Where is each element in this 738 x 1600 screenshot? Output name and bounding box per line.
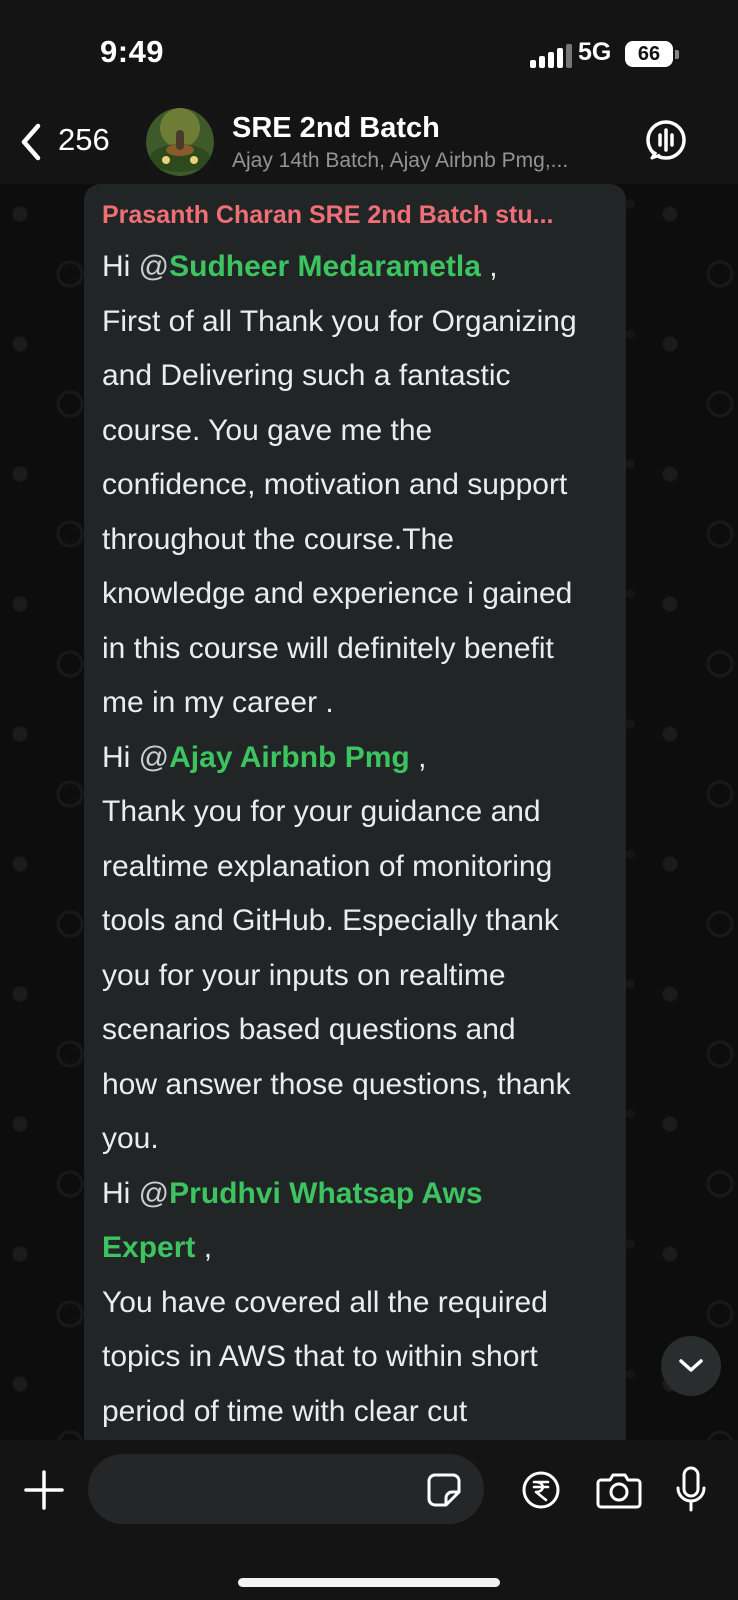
- camera-icon[interactable]: [596, 1470, 642, 1510]
- chevron-down-icon: [679, 1359, 703, 1372]
- message-text: ,: [195, 1231, 213, 1264]
- battery-tip: [675, 50, 679, 59]
- scroll-to-bottom-button[interactable]: [661, 1336, 721, 1396]
- message-text-line: realtime explanation of monitoring: [102, 849, 553, 883]
- user-mention[interactable]: Prudhvi Whatsap Aws: [169, 1177, 482, 1210]
- unread-count[interactable]: 256: [58, 122, 110, 158]
- message-text-line: how answer those questions, thank: [102, 1067, 571, 1101]
- mention-at-symbol: @: [138, 250, 170, 283]
- user-mention[interactable]: Sudheer Medarametla: [169, 250, 481, 283]
- message-text: ,: [409, 740, 427, 774]
- message-text-line: tools and GitHub. Especially thank: [102, 904, 559, 937]
- message-text-line: topics in AWS that to within short: [102, 1340, 538, 1373]
- message-text: ,: [480, 250, 498, 283]
- message-text: Hi: [102, 1176, 139, 1210]
- message-text-line: period of time with clear cut: [102, 1394, 468, 1428]
- back-chevron-icon[interactable]: [14, 120, 48, 164]
- message-sender[interactable]: Prasanth Charan SRE 2nd Batch stu...: [102, 194, 608, 240]
- message-text: Hi: [102, 740, 139, 774]
- group-members[interactable]: Ajay 14th Batch, Ajay Airbnb Pmg,...: [232, 149, 612, 173]
- message-text-line: confidence, motivation and support: [102, 468, 568, 501]
- message-text-line: throughout the course.The: [102, 522, 454, 556]
- message-text-line: You have covered all the required: [102, 1285, 548, 1319]
- mention-line: Hi @Ajay Airbnb Pmg ,: [102, 731, 608, 786]
- message-text-line: and Delivering such a fantastic: [102, 359, 511, 392]
- group-name[interactable]: SRE 2nd Batch: [232, 112, 440, 145]
- message-text-line: knowledge and experience i gained: [102, 577, 573, 610]
- user-mention[interactable]: Ajay Airbnb Pmg: [169, 741, 410, 774]
- message-text-line: First of all Thank you for Organizing: [102, 304, 577, 338]
- home-indicator: [238, 1578, 500, 1587]
- mention-line: Hi @Prudhvi Whatsap Aws: [102, 1167, 608, 1222]
- rupee-payment-icon[interactable]: [521, 1470, 561, 1510]
- message-text-line: Thank you for your guidance and: [102, 795, 541, 828]
- battery-icon: 66: [625, 41, 673, 67]
- message-text-line: you for your inputs on realtime: [102, 958, 506, 992]
- user-mention[interactable]: Expert: [102, 1231, 195, 1264]
- message-text: Hi: [102, 250, 139, 283]
- chat-area[interactable]: Prasanth Charan SRE 2nd Batch stu... Hi …: [0, 184, 738, 1440]
- plus-icon[interactable]: [24, 1470, 64, 1510]
- network-type: 5G: [578, 38, 612, 66]
- message-body: Hi @Sudheer Medarametla , First of all Th…: [102, 240, 608, 1439]
- message-bubble[interactable]: Prasanth Charan SRE 2nd Batch stu... Hi …: [84, 184, 626, 1440]
- message-text-line: scenarios based questions and: [102, 1013, 516, 1046]
- mention-line: Hi @Sudheer Medarametla ,: [102, 240, 608, 295]
- signal-strength-icon: [530, 42, 572, 68]
- message-text-line: course. You gave me the: [102, 413, 433, 447]
- group-avatar[interactable]: [146, 108, 214, 176]
- mention-at-symbol: @: [138, 1176, 170, 1210]
- message-text-line: in this course will definitely benefit: [102, 631, 554, 665]
- message-input[interactable]: [88, 1454, 484, 1524]
- voice-chat-icon[interactable]: [644, 118, 688, 162]
- message-text-line: you.: [102, 1122, 159, 1155]
- input-bar: [0, 1440, 738, 1600]
- message-text-line: me in my career .: [102, 686, 334, 719]
- sticker-icon[interactable]: [426, 1472, 462, 1508]
- status-time: 9:49: [100, 34, 165, 69]
- status-bar: 9:49 5G 66: [0, 0, 738, 100]
- chat-header: 256 SRE 2nd Batch Ajay 14th Batch, Ajay …: [0, 100, 738, 184]
- microphone-icon[interactable]: [674, 1466, 708, 1514]
- mention-line: Expert ,: [102, 1221, 608, 1276]
- mention-at-symbol: @: [138, 740, 170, 774]
